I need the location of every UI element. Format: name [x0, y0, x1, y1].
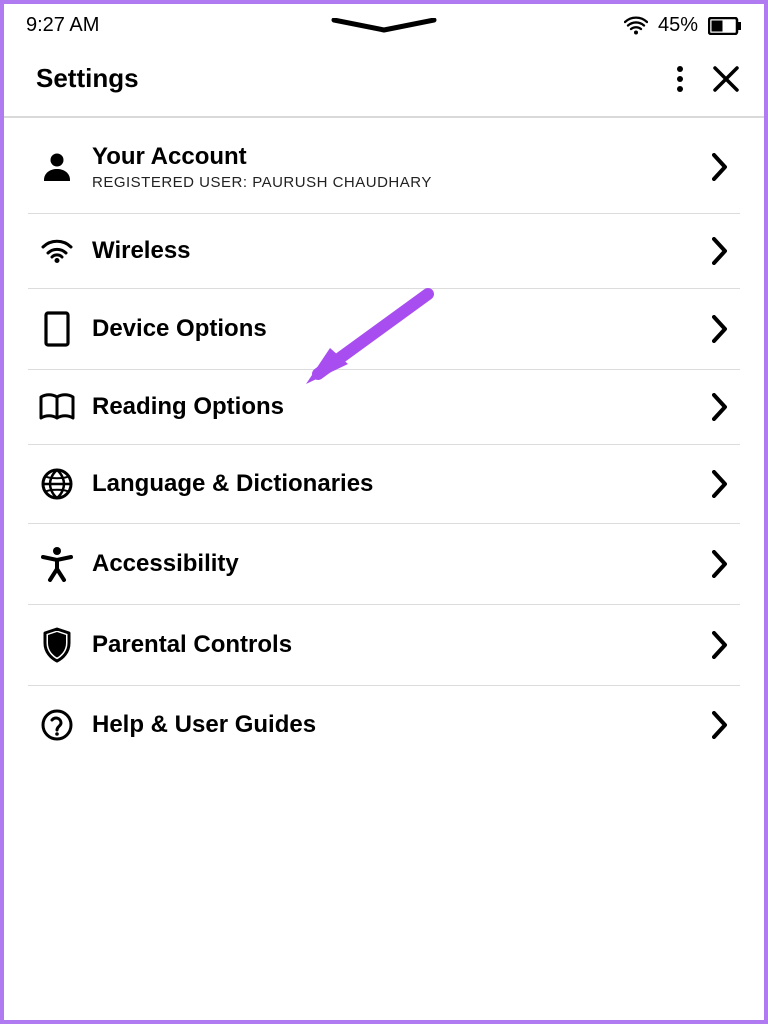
accessibility-icon [41, 546, 73, 582]
globe-icon [40, 467, 74, 501]
row-parental-controls[interactable]: Parental Controls [28, 605, 740, 686]
battery-percent: 45% [658, 14, 698, 37]
row-subtitle: REGISTERED USER: PAURUSH CHAUDHARY [92, 174, 712, 191]
chevron-right-icon [712, 550, 734, 578]
chevron-right-icon [712, 631, 734, 659]
status-right-cluster: 45% [624, 14, 742, 37]
tablet-icon [44, 311, 70, 347]
more-options-icon[interactable] [676, 65, 684, 93]
row-title: Wireless [92, 236, 712, 266]
chevron-right-icon [712, 470, 734, 498]
shield-icon [41, 627, 73, 663]
row-your-account[interactable]: Your Account REGISTERED USER: PAURUSH CH… [28, 118, 740, 214]
row-wireless[interactable]: Wireless [28, 214, 740, 289]
chevron-right-icon [712, 315, 734, 343]
help-icon [40, 708, 74, 742]
row-title: Help & User Guides [92, 710, 712, 740]
page-header: Settings [4, 43, 764, 118]
chevron-right-icon [712, 393, 734, 421]
battery-icon [708, 17, 742, 35]
chevron-right-icon [712, 237, 734, 265]
row-title: Reading Options [92, 392, 712, 422]
row-language-dictionaries[interactable]: Language & Dictionaries [28, 445, 740, 524]
status-time: 9:27 AM [26, 14, 99, 37]
settings-list: Your Account REGISTERED USER: PAURUSH CH… [4, 118, 764, 764]
chevron-right-icon [712, 153, 734, 181]
page-title: Settings [36, 63, 139, 94]
row-reading-options[interactable]: Reading Options [28, 370, 740, 445]
user-icon [40, 150, 74, 184]
row-title: Device Options [92, 314, 712, 344]
row-title: Your Account [92, 142, 712, 172]
row-title: Parental Controls [92, 630, 712, 660]
chevron-right-icon [712, 711, 734, 739]
row-device-options[interactable]: Device Options [28, 289, 740, 370]
close-icon[interactable] [712, 65, 740, 93]
drag-handle-icon[interactable] [324, 18, 444, 36]
row-help-user-guides[interactable]: Help & User Guides [28, 686, 740, 764]
book-icon [38, 392, 76, 422]
row-title: Language & Dictionaries [92, 469, 712, 499]
wifi-icon [39, 237, 75, 265]
row-title: Accessibility [92, 549, 712, 579]
row-accessibility[interactable]: Accessibility [28, 524, 740, 605]
wifi-icon [624, 16, 648, 36]
